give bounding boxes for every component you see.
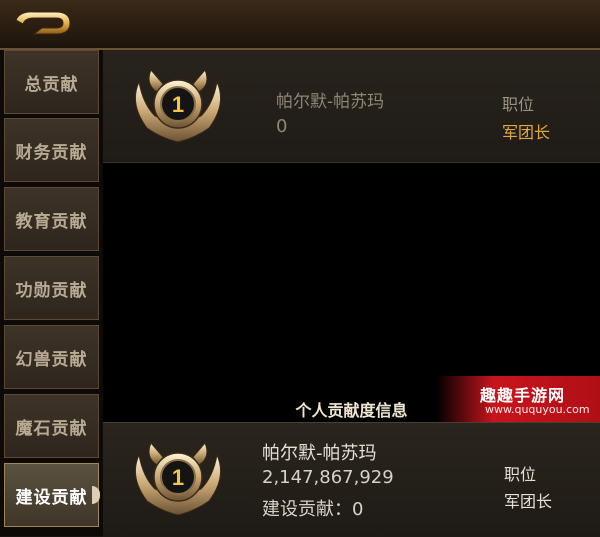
sidebar-item-total[interactable]: 总贡献 xyxy=(4,50,99,114)
rank-number: 1 xyxy=(172,465,184,490)
sidebar-item-label: 幻兽贡献 xyxy=(15,349,88,370)
rank-number: 1 xyxy=(172,92,184,117)
sidebar-item-beast[interactable]: 幻兽贡献 xyxy=(4,325,99,389)
sidebar-item-magic-stone[interactable]: 魔石贡献 xyxy=(4,394,99,458)
position-label: 职位 xyxy=(502,95,535,114)
personal-build-contribution: 建设贡献：0 xyxy=(262,499,364,520)
personal-row: 1 帕尔默-帕苏玛 2,147,867,929 建设贡献：0 职位 军团长 xyxy=(103,422,600,537)
sidebar-item-label: 建设贡献 xyxy=(15,487,88,508)
sidebar-item-education[interactable]: 教育贡献 xyxy=(4,187,99,251)
sidebar-item-label: 财务贡献 xyxy=(15,142,88,163)
personal-name: 帕尔默-帕苏玛 xyxy=(262,443,377,464)
sidebar-item-label: 教育贡献 xyxy=(15,211,88,232)
position-value: 军团长 xyxy=(502,123,551,142)
sidebar-item-finance[interactable]: 财务贡献 xyxy=(4,118,99,182)
watermark-url: www.ququyou.com xyxy=(485,403,590,416)
sidebar-item-label: 魔石贡献 xyxy=(15,418,88,439)
sidebar-item-label: 总贡献 xyxy=(24,74,79,95)
active-tab-indicator xyxy=(92,486,100,504)
sidebar-item-construction[interactable]: 建设贡献 xyxy=(4,463,100,527)
ranking-row[interactable]: 1 帕尔默-帕苏玛 0 职位 军团长 xyxy=(103,50,600,163)
header-bar xyxy=(0,0,600,50)
personal-position-value: 军团长 xyxy=(504,492,553,511)
sidebar-item-merit[interactable]: 功勋贡献 xyxy=(4,256,99,320)
back-button[interactable] xyxy=(10,6,76,40)
rank-badge-icon: 1 xyxy=(134,69,222,143)
personal-position-label: 职位 xyxy=(504,465,537,484)
member-name: 帕尔默-帕苏玛 xyxy=(276,92,385,112)
personal-total: 2,147,867,929 xyxy=(262,467,394,488)
member-score: 0 xyxy=(276,116,288,137)
rank-badge-icon: 1 xyxy=(134,442,222,516)
back-arrow-icon xyxy=(15,11,71,35)
main-panel: 1 帕尔默-帕苏玛 0 职位 军团长 个人贡献度信息 1 帕尔默-帕苏玛 2,1… xyxy=(103,50,600,537)
sidebar: 总贡献 财务贡献 教育贡献 功勋贡献 幻兽贡献 魔石贡献 建设贡献 xyxy=(0,50,103,536)
sidebar-item-label: 功勋贡献 xyxy=(15,280,88,301)
